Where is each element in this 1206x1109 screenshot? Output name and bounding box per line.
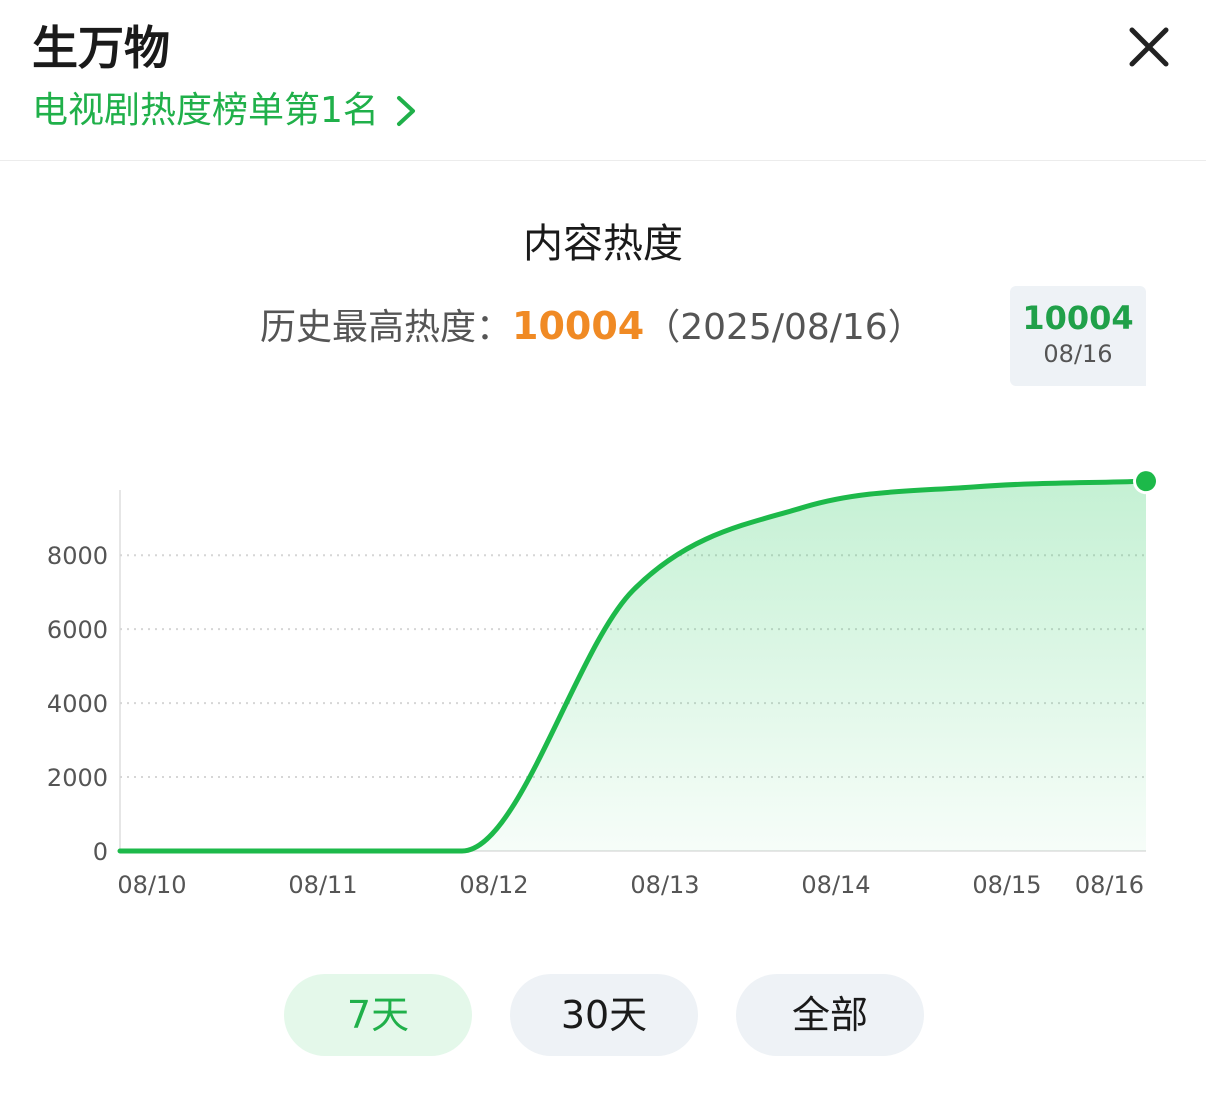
popup-header: 生万物 电视剧热度榜单第1名 (0, 0, 1206, 161)
y-tick-label: 0 (93, 838, 108, 866)
x-tick-label: 08/10 (117, 871, 186, 899)
max-heat-value: 10004 (512, 304, 645, 348)
y-tick-label: 2000 (47, 764, 108, 792)
y-tick-label: 8000 (47, 542, 108, 570)
range-tabs: 7天 30天 全部 (284, 974, 924, 1056)
tooltip-date: 08/16 (1043, 340, 1113, 368)
max-heat-line: 历史最高热度：10004（2025/08/16） (260, 298, 924, 354)
y-tick-label: 4000 (47, 690, 108, 718)
chart-tooltip: 10004 08/16 (1010, 286, 1146, 386)
x-tick-label: 08/15 (972, 871, 1041, 899)
chart-title: 内容热度 (523, 221, 683, 267)
x-tick-label: 08/11 (288, 871, 357, 899)
x-tick-label: 08/12 (459, 871, 528, 899)
rank-link-label: 电视剧热度榜单第1名 (32, 90, 379, 131)
rank-link[interactable]: 电视剧热度榜单第1名 (32, 86, 419, 136)
max-heat-label: 历史最高热度： (260, 307, 513, 348)
series-area (120, 481, 1146, 851)
highlight-point (1136, 471, 1156, 492)
popup-page: 生万物 电视剧热度榜单第1名 内容热度 历史最高热度：10004（2025/08… (0, 0, 1206, 1109)
show-title: 生万物 (32, 21, 170, 75)
tooltip-value: 10004 (1022, 299, 1134, 337)
range-tab-0[interactable]: 7天 (284, 974, 472, 1056)
x-tick-label: 08/13 (630, 871, 699, 899)
chevron-right-icon (396, 96, 415, 126)
range-tab-1[interactable]: 30天 (510, 974, 698, 1056)
y-tick-label: 6000 (47, 616, 108, 644)
x-tick-label: 08/14 (801, 871, 870, 899)
range-tab-2[interactable]: 全部 (736, 974, 924, 1056)
close-icon[interactable] (1122, 20, 1176, 74)
heat-chart: 0 2000 4000 6000 8000 08/10 08/11 08/12 08/13 08/… (47, 468, 1159, 899)
max-heat-date: （2025/08/16） (644, 307, 924, 348)
x-tick-label: 08/16 (1075, 871, 1144, 899)
